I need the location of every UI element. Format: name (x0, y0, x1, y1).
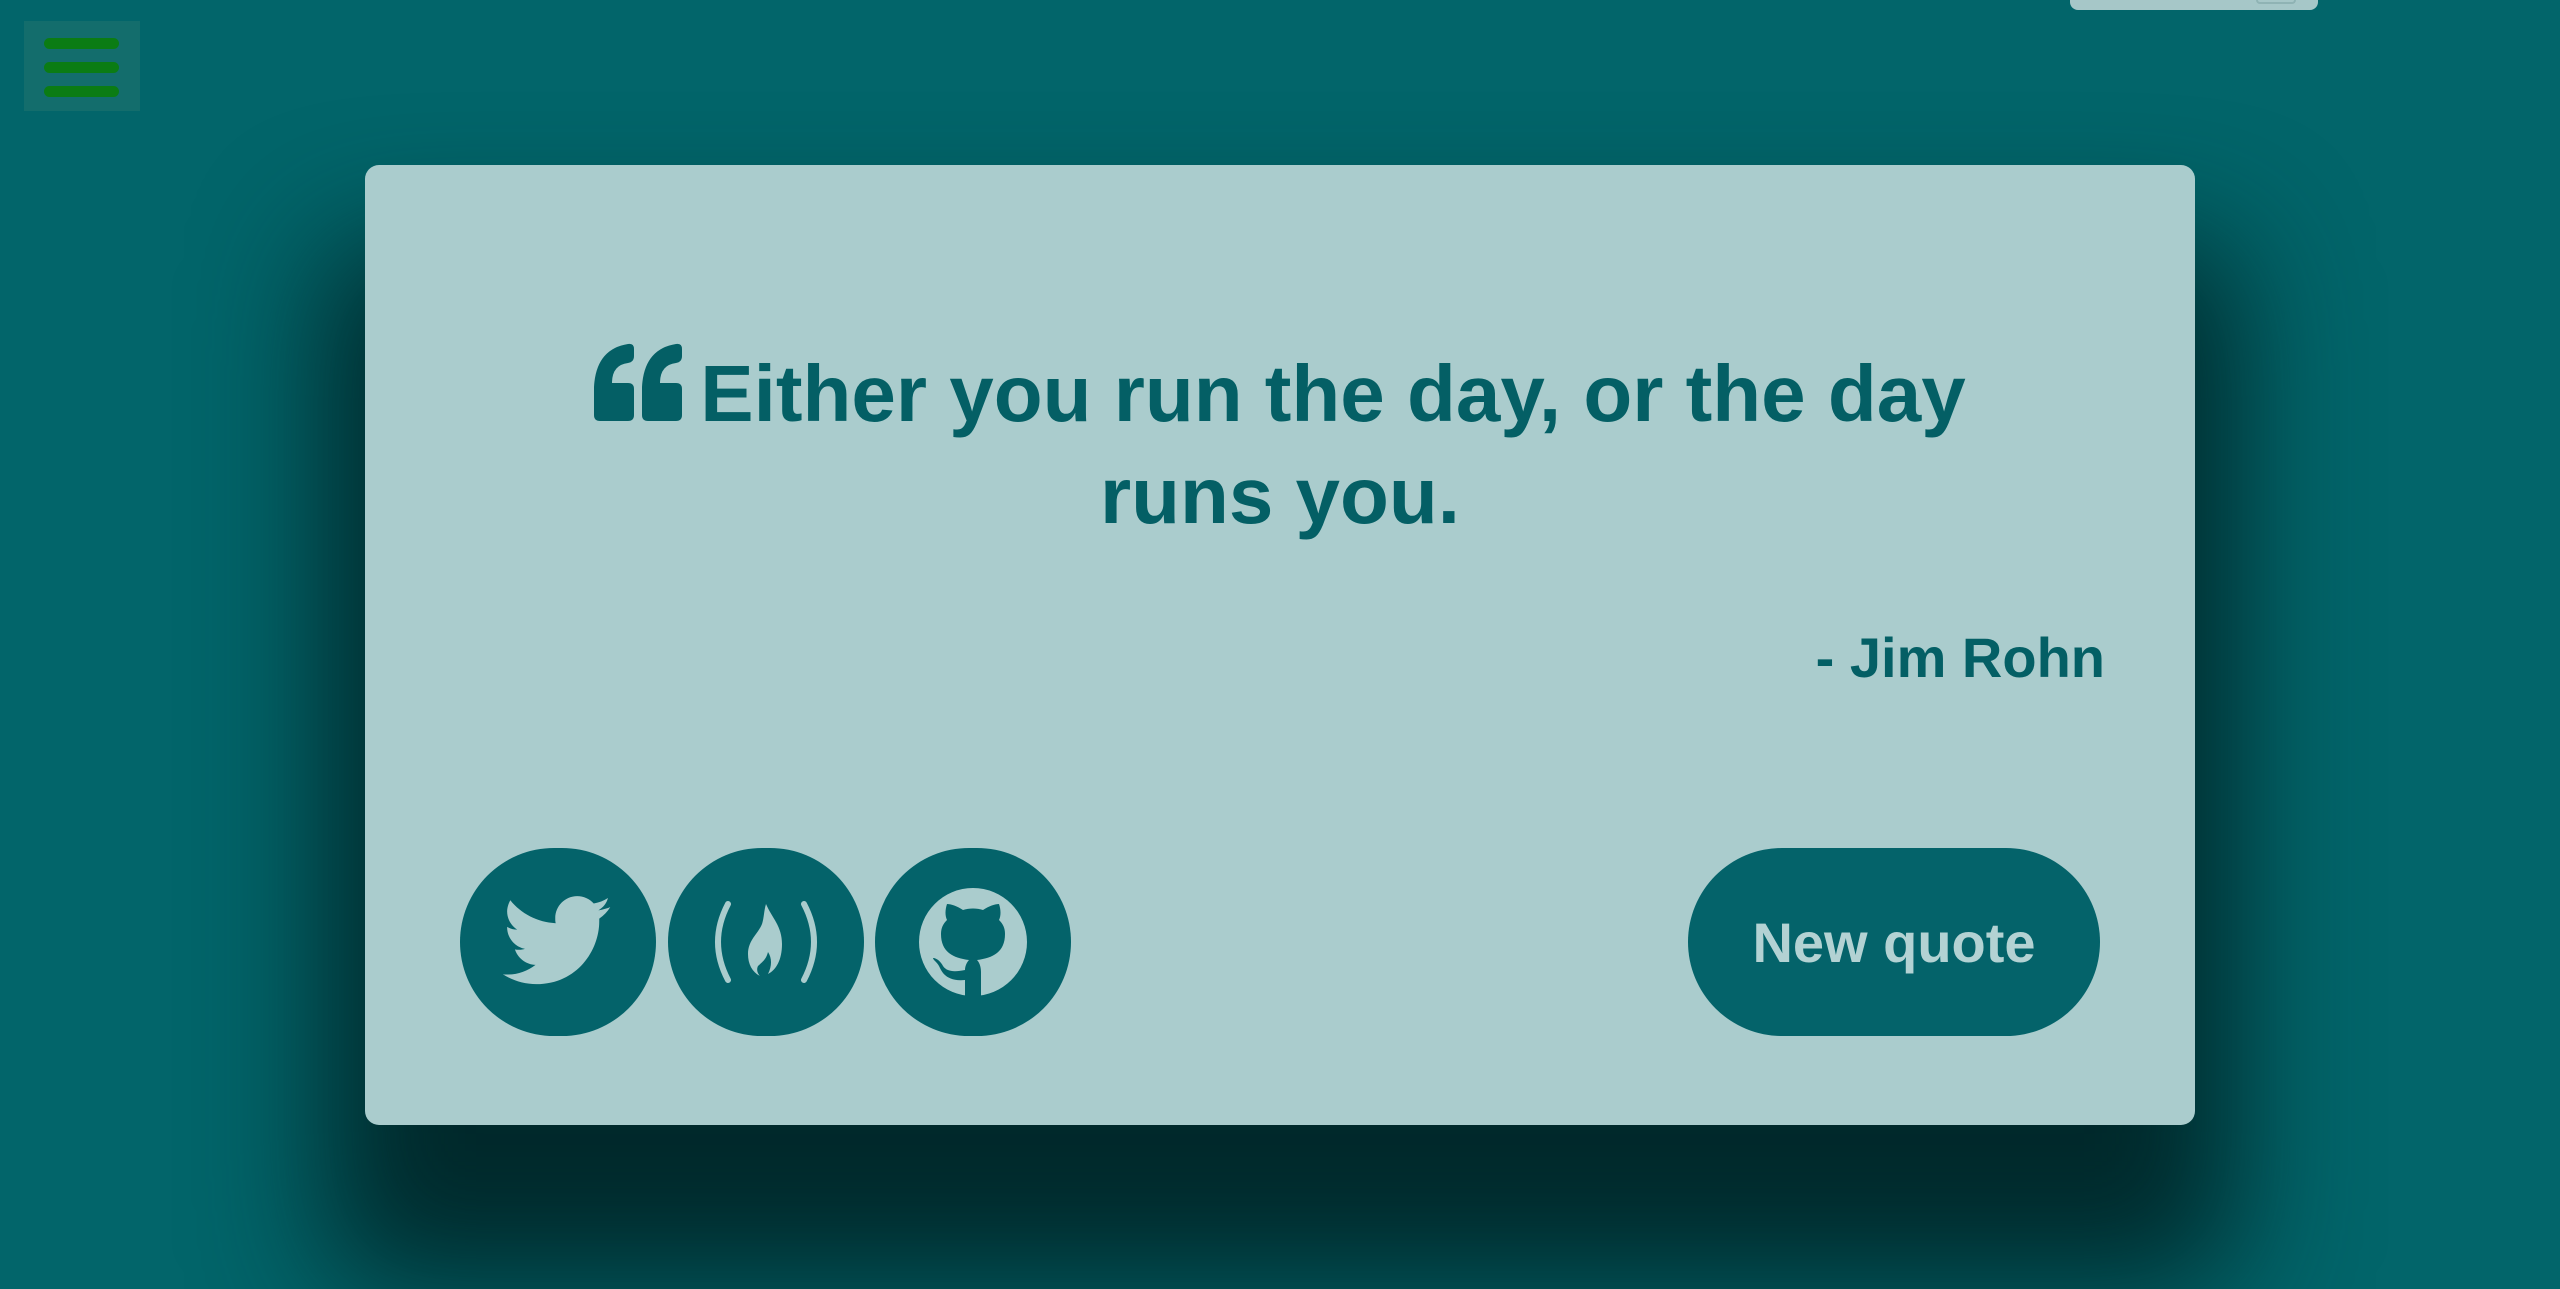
hamburger-menu-icon (44, 38, 119, 49)
freecodecamp-link[interactable] (668, 848, 864, 1036)
tweet-quote-button[interactable] (460, 848, 656, 1036)
twitter-icon (503, 896, 612, 985)
quote-card: Either you run the day, or the day runs … (365, 165, 2195, 1125)
hamburger-menu-icon-bar (44, 86, 119, 97)
github-icon (919, 888, 1027, 998)
quote-left-icon (594, 343, 683, 421)
menu-button[interactable] (24, 21, 140, 111)
quote-block: Either you run the day, or the day runs … (515, 343, 2045, 547)
hamburger-menu-icon-bar (44, 62, 119, 73)
quote-author: - Jim Rohn (1815, 626, 2105, 689)
github-link[interactable] (875, 848, 1071, 1036)
new-quote-button[interactable]: New quote (1688, 848, 2100, 1036)
top-tab (2070, 0, 2318, 10)
freecodecamp-icon (715, 901, 817, 983)
top-tab-handle (2256, 0, 2296, 4)
quote-text: Either you run the day, or the day runs … (700, 349, 1966, 540)
